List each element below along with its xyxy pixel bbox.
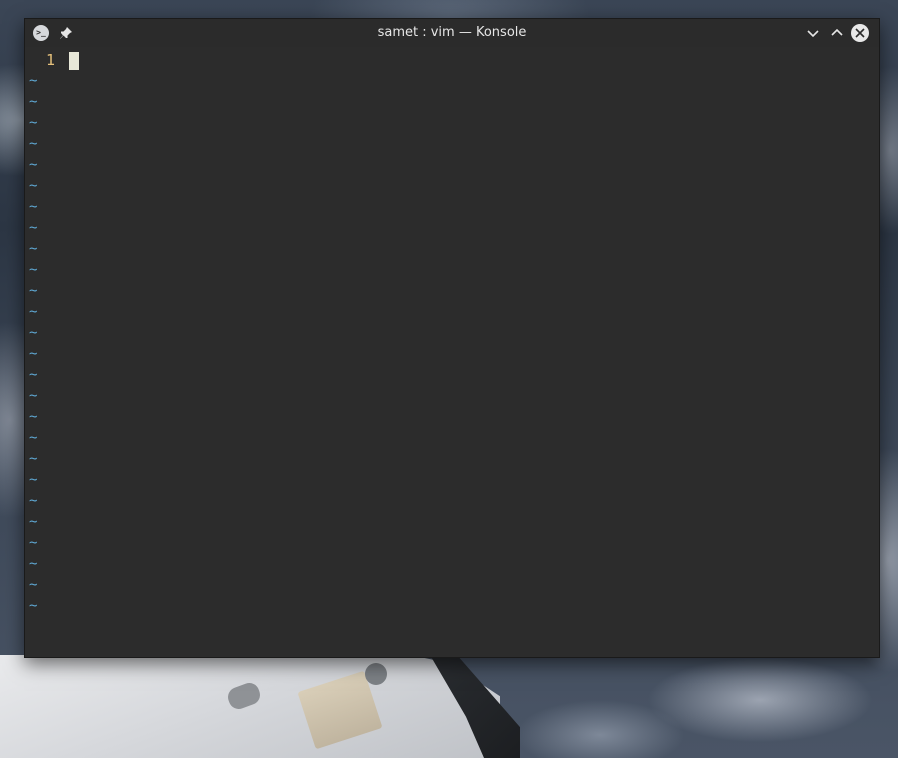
wallpaper-bolt [365, 663, 387, 685]
empty-line-marker: ~ [29, 94, 38, 110]
pin-icon[interactable] [59, 26, 73, 40]
close-icon[interactable] [851, 24, 869, 42]
empty-line-marker: ~ [29, 514, 38, 530]
empty-line-marker: ~ [29, 535, 38, 551]
empty-line-marker: ~ [29, 409, 38, 425]
konsole-window: >_ samet : vim — Konsole 1 ~ ~ ~ ~ ~ ~ ~ ~ ~ ~ ~ ~ ~… [24, 18, 880, 658]
chevron-up-icon[interactable] [828, 24, 846, 42]
empty-line-marker: ~ [29, 556, 38, 572]
empty-line-marker: ~ [29, 199, 38, 215]
terminal-icon[interactable]: >_ [33, 25, 49, 41]
empty-line-marker: ~ [29, 283, 38, 299]
empty-line-marker: ~ [29, 136, 38, 152]
empty-line-marker: ~ [29, 346, 38, 362]
empty-line-marker: ~ [29, 598, 38, 614]
empty-line-marker: ~ [29, 577, 38, 593]
empty-line-marker: ~ [29, 241, 38, 257]
empty-line-marker: ~ [29, 157, 38, 173]
title-bar[interactable]: >_ samet : vim — Konsole [25, 19, 879, 47]
empty-line-marker: ~ [29, 472, 38, 488]
wallpaper-spacecraft [0, 655, 500, 758]
empty-line-marker: ~ [29, 220, 38, 236]
empty-line-marker: ~ [29, 304, 38, 320]
window-title: samet : vim — Konsole [377, 25, 527, 40]
empty-line-marker: ~ [29, 388, 38, 404]
empty-line-marker: ~ [29, 451, 38, 467]
line-number: 1 [46, 51, 56, 69]
vim-editor[interactable]: 1 ~ ~ ~ ~ ~ ~ ~ ~ ~ ~ ~ ~ ~ ~ ~ ~ ~ ~ ~ ~ ~ ~ ~ ~ ~ ~ [25, 47, 879, 657]
empty-line-marker: ~ [29, 493, 38, 509]
empty-line-marker: ~ [29, 115, 38, 131]
empty-line-marker: ~ [29, 325, 38, 341]
text-cursor [69, 52, 79, 70]
chevron-down-icon[interactable] [804, 24, 822, 42]
empty-line-marker: ~ [29, 178, 38, 194]
empty-line-marker: ~ [29, 73, 38, 89]
empty-line-marker: ~ [29, 430, 38, 446]
empty-line-marker: ~ [29, 262, 38, 278]
empty-line-marker: ~ [29, 367, 38, 383]
